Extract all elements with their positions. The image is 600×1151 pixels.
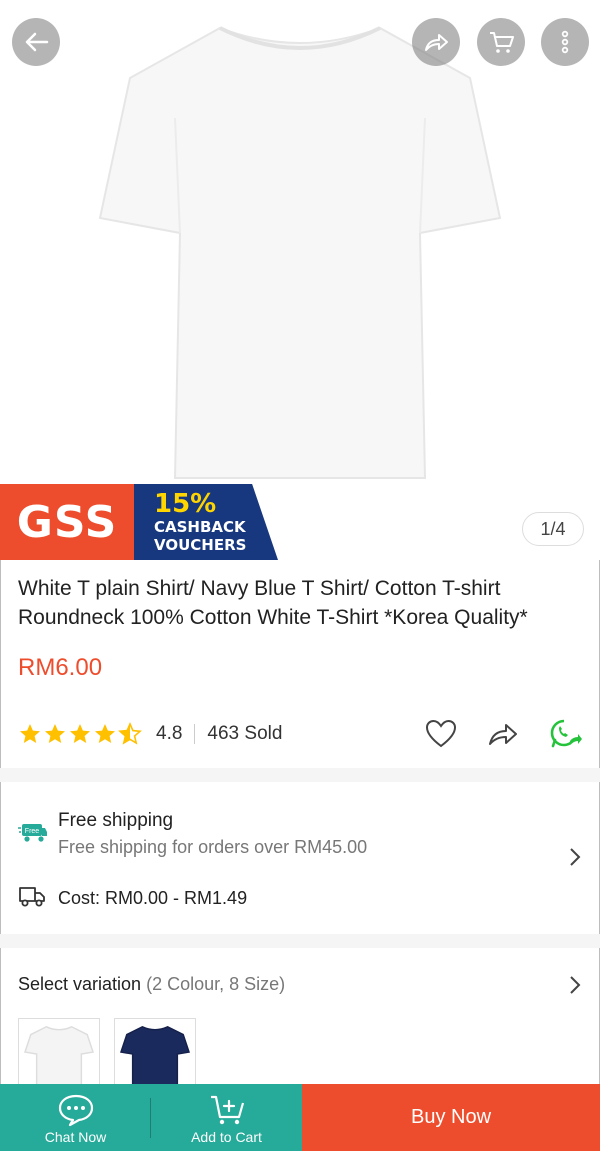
variation-count: (2 Colour, 8 Size) [146,974,286,994]
share-arrow-icon [425,34,448,51]
promo-percent: 15% [154,489,217,519]
cart-icon [490,32,514,53]
star-half-icon [118,722,142,745]
add-to-cart-icon [210,1095,244,1125]
back-button[interactable] [12,18,60,66]
more-vertical-icon [561,30,569,54]
promo-cashback: 15% CASHBACK VOUCHERS [134,484,278,560]
share-button[interactable] [412,18,460,66]
variation-thumb-navy[interactable] [114,1018,196,1090]
arrow-left-icon [25,32,49,52]
sold-count: 463 Sold [207,723,283,744]
product-price: RM6.00 [18,654,103,681]
promo-line-1: CASHBACK [154,518,246,536]
whatsapp-share-icon[interactable] [548,717,582,751]
product-image-gallery[interactable]: GSS 15% CASHBACK VOUCHERS 1/4 [0,0,600,560]
chat-now-button[interactable]: Chat Now [0,1084,151,1151]
chat-bubble-icon [58,1094,93,1127]
image-pager: 1/4 [522,512,584,546]
buy-now-button[interactable]: Buy Now [302,1084,600,1151]
chevron-right-icon [570,848,581,866]
promo-gss-label: GSS [0,484,134,560]
rating-stars [18,722,142,746]
section-divider [0,768,600,782]
section-divider [0,934,600,948]
truck-icon [19,887,45,907]
chat-now-label: Chat Now [44,1129,107,1145]
free-shipping-icon: Free [18,824,47,842]
star-full-icon [20,724,40,743]
bottom-divider [150,1098,151,1138]
svg-text:Free: Free [25,828,40,835]
rating-value: 4.8 [156,723,183,744]
cost-value: RM0.00 - RM1.49 [105,888,248,908]
cart-button[interactable] [477,18,525,66]
add-to-cart-button[interactable]: Add to Cart [151,1084,302,1151]
chevron-right-icon [570,976,581,994]
star-full-icon [70,724,90,743]
navy-shirt-thumbnail [120,1025,190,1089]
variation-label: Select variation (2 Colour, 8 Size) [18,974,285,995]
product-actions [424,717,582,751]
white-shirt-thumbnail [24,1025,94,1089]
shipping-section[interactable]: Free Free shipping Free shipping for ord… [0,784,600,934]
cost-label: Cost: [58,888,101,908]
product-title: White T plain Shirt/ Navy Blue T Shirt/ … [18,577,528,629]
product-image [98,26,502,479]
free-shipping-subtitle: Free shipping for orders over RM45.00 [58,837,368,857]
heart-icon[interactable] [424,717,458,751]
star-full-icon [45,724,65,743]
promo-banner[interactable]: GSS 15% CASHBACK VOUCHERS [0,484,280,560]
add-to-cart-label: Add to Cart [191,1129,262,1145]
share-icon[interactable] [486,717,520,751]
rating-divider [194,724,196,744]
rating-row: 4.8 463 Sold [18,718,582,750]
star-full-icon [95,724,115,743]
bottom-left-actions: Chat Now Add to Cart [0,1084,302,1151]
bottom-action-bar: Chat Now Add to Cart Buy Now [0,1084,600,1151]
variation-section[interactable]: Select variation (2 Colour, 8 Size) [0,948,600,1090]
variation-thumb-white[interactable] [18,1018,100,1090]
promo-line-2: VOUCHERS [154,536,247,554]
variation-title: Select variation [18,974,142,994]
shipping-cost: Cost: RM0.00 - RM1.49 [58,888,247,909]
free-shipping-title: Free shipping [58,810,174,831]
more-options-button[interactable] [541,18,589,66]
